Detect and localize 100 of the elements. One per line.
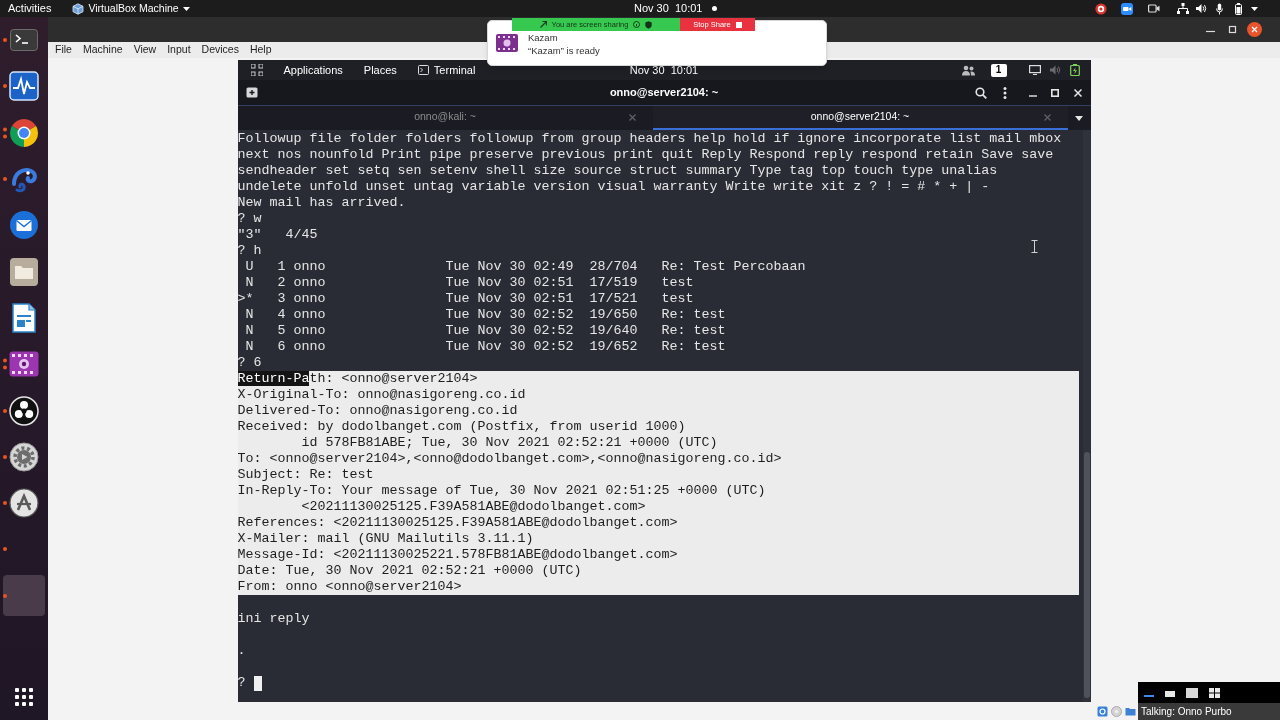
terminal-tab[interactable]: onno@kali: ~: [237, 106, 653, 130]
window-title: onno@server2104: ~: [609, 85, 719, 101]
terminal-icon: [417, 65, 429, 75]
terminal-line: Subject: Re: test: [237, 467, 374, 483]
terminal-line: Delivered-To: onno@nasigoreng.co.id: [237, 403, 518, 419]
app-grid-icon[interactable]: [250, 64, 263, 76]
terminal-line: next nos nounfold Print pipe preserve previous print quit Reply Respond reply respond retain Save save: [237, 147, 1054, 163]
menu-item[interactable]: File: [55, 42, 72, 58]
arrow-icon: [539, 21, 547, 28]
message-number: 6: [277, 339, 286, 355]
search-icon[interactable]: [974, 86, 987, 99]
menu-item[interactable]: Help: [249, 42, 272, 58]
message-number: 1: [277, 259, 286, 275]
browser-icon[interactable]: [9, 117, 39, 148]
message-size: 19/650: [589, 307, 638, 323]
caret-icon[interactable]: [1251, 6, 1258, 11]
small-window-icon[interactable]: [1165, 688, 1175, 697]
network-icon[interactable]: [1177, 3, 1189, 14]
activities-button[interactable]: Activities: [8, 3, 52, 14]
stop-square-icon: [735, 21, 742, 28]
grid-view-icon[interactable]: [1209, 687, 1220, 698]
notification-title: Kazam: [528, 31, 559, 44]
message-status-text: N: [245, 323, 254, 339]
terminal-line: sendheader set setq sen setenv shell size source struct summary Type tag top touch type unalias: [237, 163, 998, 179]
swirl-disc-icon[interactable]: [9, 395, 39, 426]
panel-menu-button[interactable]: Terminal: [417, 64, 476, 76]
dropdown-caret-icon[interactable]: [1075, 115, 1083, 121]
terminal-line: X-Mailer: mail (GNU Mailutils 3.11.1): [237, 531, 534, 547]
hard-disk-icon[interactable]: [1097, 705, 1108, 717]
message-sender: onno: [293, 307, 326, 323]
close-icon[interactable]: [1247, 22, 1262, 37]
document-icon[interactable]: [11, 302, 37, 333]
info-icon: [633, 21, 641, 28]
message-sender: onno: [293, 339, 326, 355]
terminal-line: <20211130025125.F39A581ABE@dodolbanget.com>: [300, 499, 646, 515]
message-subject: Re: test: [661, 339, 726, 355]
panel-menu-button[interactable]: Places: [363, 64, 397, 76]
message-status-text: N: [245, 275, 254, 291]
message-date: Tue Nov 30 02:52: [445, 307, 574, 323]
message-status-text: >*: [237, 291, 254, 307]
terminal-line: .: [237, 643, 246, 659]
workspace-indicator[interactable]: 1: [990, 63, 1007, 77]
message-status-text: U: [245, 259, 254, 275]
terminal-line: ? 6: [237, 355, 262, 371]
camera-icon[interactable]: [1148, 4, 1160, 13]
app-tile-icon[interactable]: [3, 575, 45, 617]
message-size: 28/704: [589, 259, 638, 275]
scrollbar-thumb[interactable]: [1083, 452, 1090, 698]
notification-message: “Kazam” is ready: [528, 44, 600, 57]
gear-icon[interactable]: [9, 441, 39, 472]
user-group-icon[interactable]: [961, 64, 975, 76]
message-number: 4: [277, 307, 286, 323]
volume-icon[interactable]: [1196, 3, 1207, 14]
terminal-tab[interactable]: onno@server2104: ~: [652, 106, 1068, 130]
terminal-line: From: onno <onno@server2104>: [237, 579, 462, 595]
menu-item[interactable]: Devices: [201, 42, 239, 58]
message-size: 19/640: [589, 323, 638, 339]
cube-icon: [72, 2, 85, 15]
ring-icon[interactable]: [1095, 2, 1107, 15]
folder-icon[interactable]: [9, 256, 39, 287]
restore-icon[interactable]: [1228, 25, 1237, 34]
terminal-line: ? w: [237, 211, 262, 227]
message-subject: test: [661, 275, 694, 291]
message-date: Tue Nov 30 02:52: [445, 339, 574, 355]
message-sender: onno: [293, 275, 326, 291]
film-icon[interactable]: [9, 351, 39, 378]
message-number: 5: [277, 323, 286, 339]
maximize-icon[interactable]: [1050, 88, 1059, 97]
panel-menu-button[interactable]: Applications: [283, 64, 343, 76]
new-tab-icon[interactable]: [245, 87, 258, 98]
triangle-disc-icon[interactable]: [9, 488, 39, 519]
prompt-text: ?: [237, 675, 246, 691]
terminal-line: Followup file folder folders followup from group headers help hold if ignore incorporate list mail mbox: [237, 131, 1062, 147]
message-date: Tue Nov 30 02:49: [445, 259, 574, 275]
terminal-line: ? h: [237, 243, 262, 259]
terminal-line: In-Reply-To: Your message of Tue, 30 Nov 2021 02:51:25 +0000 (UTC): [237, 483, 766, 499]
large-window-icon[interactable]: [1186, 687, 1198, 698]
terminal-line: ini reply: [237, 611, 310, 627]
menu-item[interactable]: View: [133, 42, 157, 58]
display-icon[interactable]: [1028, 65, 1041, 75]
message-sender: onno: [293, 291, 326, 307]
activity-chart-icon[interactable]: [9, 71, 39, 102]
mail-icon[interactable]: [9, 210, 39, 241]
message-subject: test: [661, 291, 694, 307]
clock[interactable]: Nov 30 10:01: [629, 64, 699, 76]
message-subject: Re: test: [661, 323, 726, 339]
menu-item[interactable]: Machine: [82, 42, 123, 58]
message-subject: Re: Test Percobaan: [661, 259, 806, 275]
microphone-icon[interactable]: [1216, 2, 1223, 15]
film-icon: [496, 34, 518, 52]
terminal-icon[interactable]: [10, 29, 38, 52]
menu-item[interactable]: Input: [167, 42, 191, 58]
clock[interactable]: Nov 30 10:01: [634, 3, 703, 14]
battery-icon[interactable]: [1069, 64, 1080, 76]
caret-icon: [182, 6, 190, 11]
menu-icon[interactable]: [1002, 86, 1007, 99]
app-grid-icon[interactable]: [15, 688, 33, 706]
app-menu-button[interactable]: VirtualBox Machine: [72, 2, 190, 15]
message-size: 17/521: [589, 291, 638, 307]
video-camera-icon[interactable]: [1121, 2, 1133, 15]
